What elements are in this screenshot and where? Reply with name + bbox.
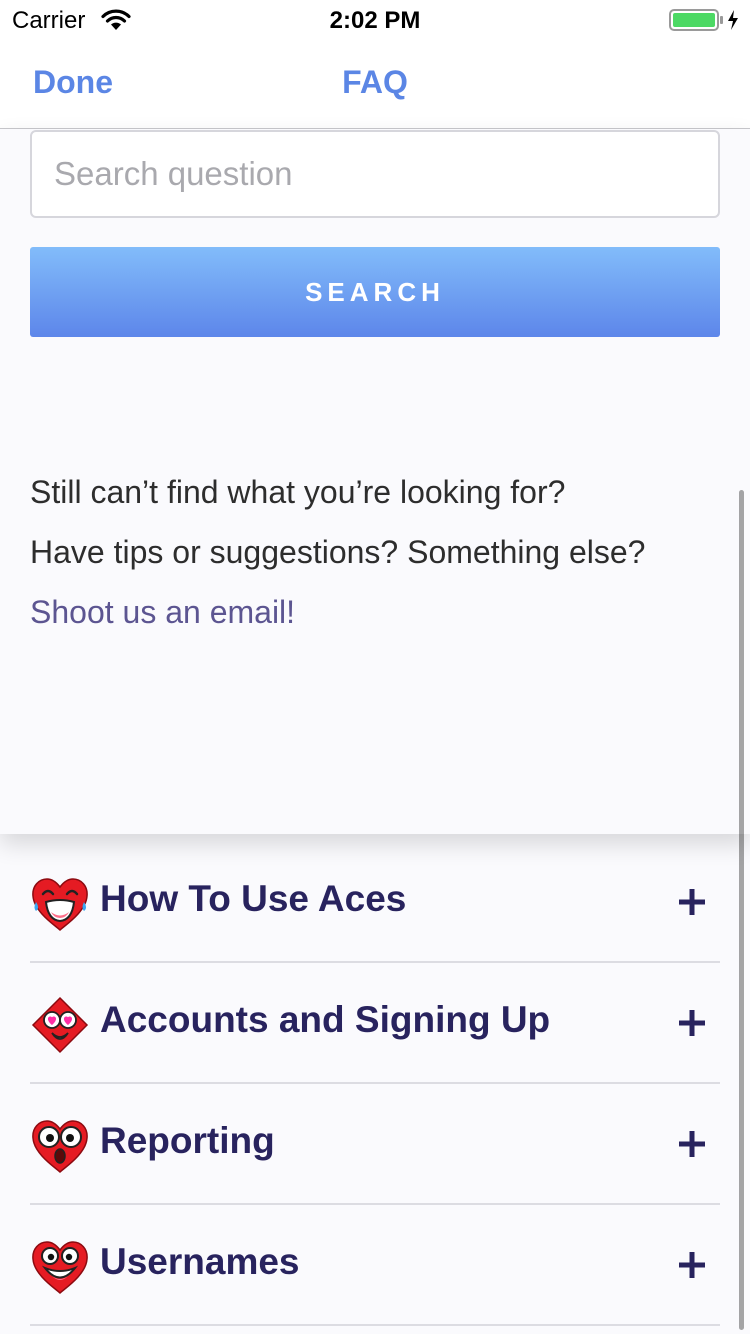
page-title: FAQ: [342, 64, 408, 100]
navigation-bar: Done FAQ: [0, 40, 750, 129]
plus-icon[interactable]: [678, 1130, 706, 1158]
heart-eyes-diamond-icon: [31, 996, 89, 1054]
plus-icon[interactable]: [678, 1009, 706, 1037]
smiling-heart-icon: [32, 1241, 88, 1295]
help-text-line-1: Still can’t find what you’re looking for…: [30, 474, 566, 510]
search-panel: SEARCH Still can’t find what you’re look…: [0, 129, 750, 834]
scroll-indicator[interactable]: [739, 490, 744, 1330]
faq-item-label: Usernames: [100, 1241, 300, 1282]
email-link[interactable]: Shoot us an email!: [30, 594, 295, 631]
faq-item-how-to-use-aces[interactable]: How To Use Aces: [30, 842, 720, 963]
faq-item-label: Accounts and Signing Up: [100, 999, 551, 1040]
status-bar: Carrier 2:02 PM: [0, 0, 750, 40]
faq-item-label: How To Use Aces: [100, 878, 407, 919]
plus-icon[interactable]: [678, 1251, 706, 1279]
laughing-heart-icon: [32, 878, 88, 932]
search-input[interactable]: [30, 130, 720, 218]
help-text-line-2: Have tips or suggestions? Something else…: [30, 534, 646, 570]
battery-charging-icon: [669, 9, 738, 31]
plus-icon[interactable]: [678, 888, 706, 916]
faq-category-list: How To Use Aces Accounts and Signing Up: [30, 842, 720, 1326]
faq-item-reporting[interactable]: Reporting: [30, 1084, 720, 1205]
faq-item-label: Reporting: [100, 1120, 275, 1161]
faq-item-usernames[interactable]: Usernames: [30, 1205, 720, 1326]
surprised-heart-icon: [32, 1120, 88, 1174]
search-button[interactable]: SEARCH: [30, 247, 720, 337]
status-time: 2:02 PM: [329, 7, 421, 34]
faq-item-accounts-and-signing-up[interactable]: Accounts and Signing Up: [30, 963, 720, 1084]
